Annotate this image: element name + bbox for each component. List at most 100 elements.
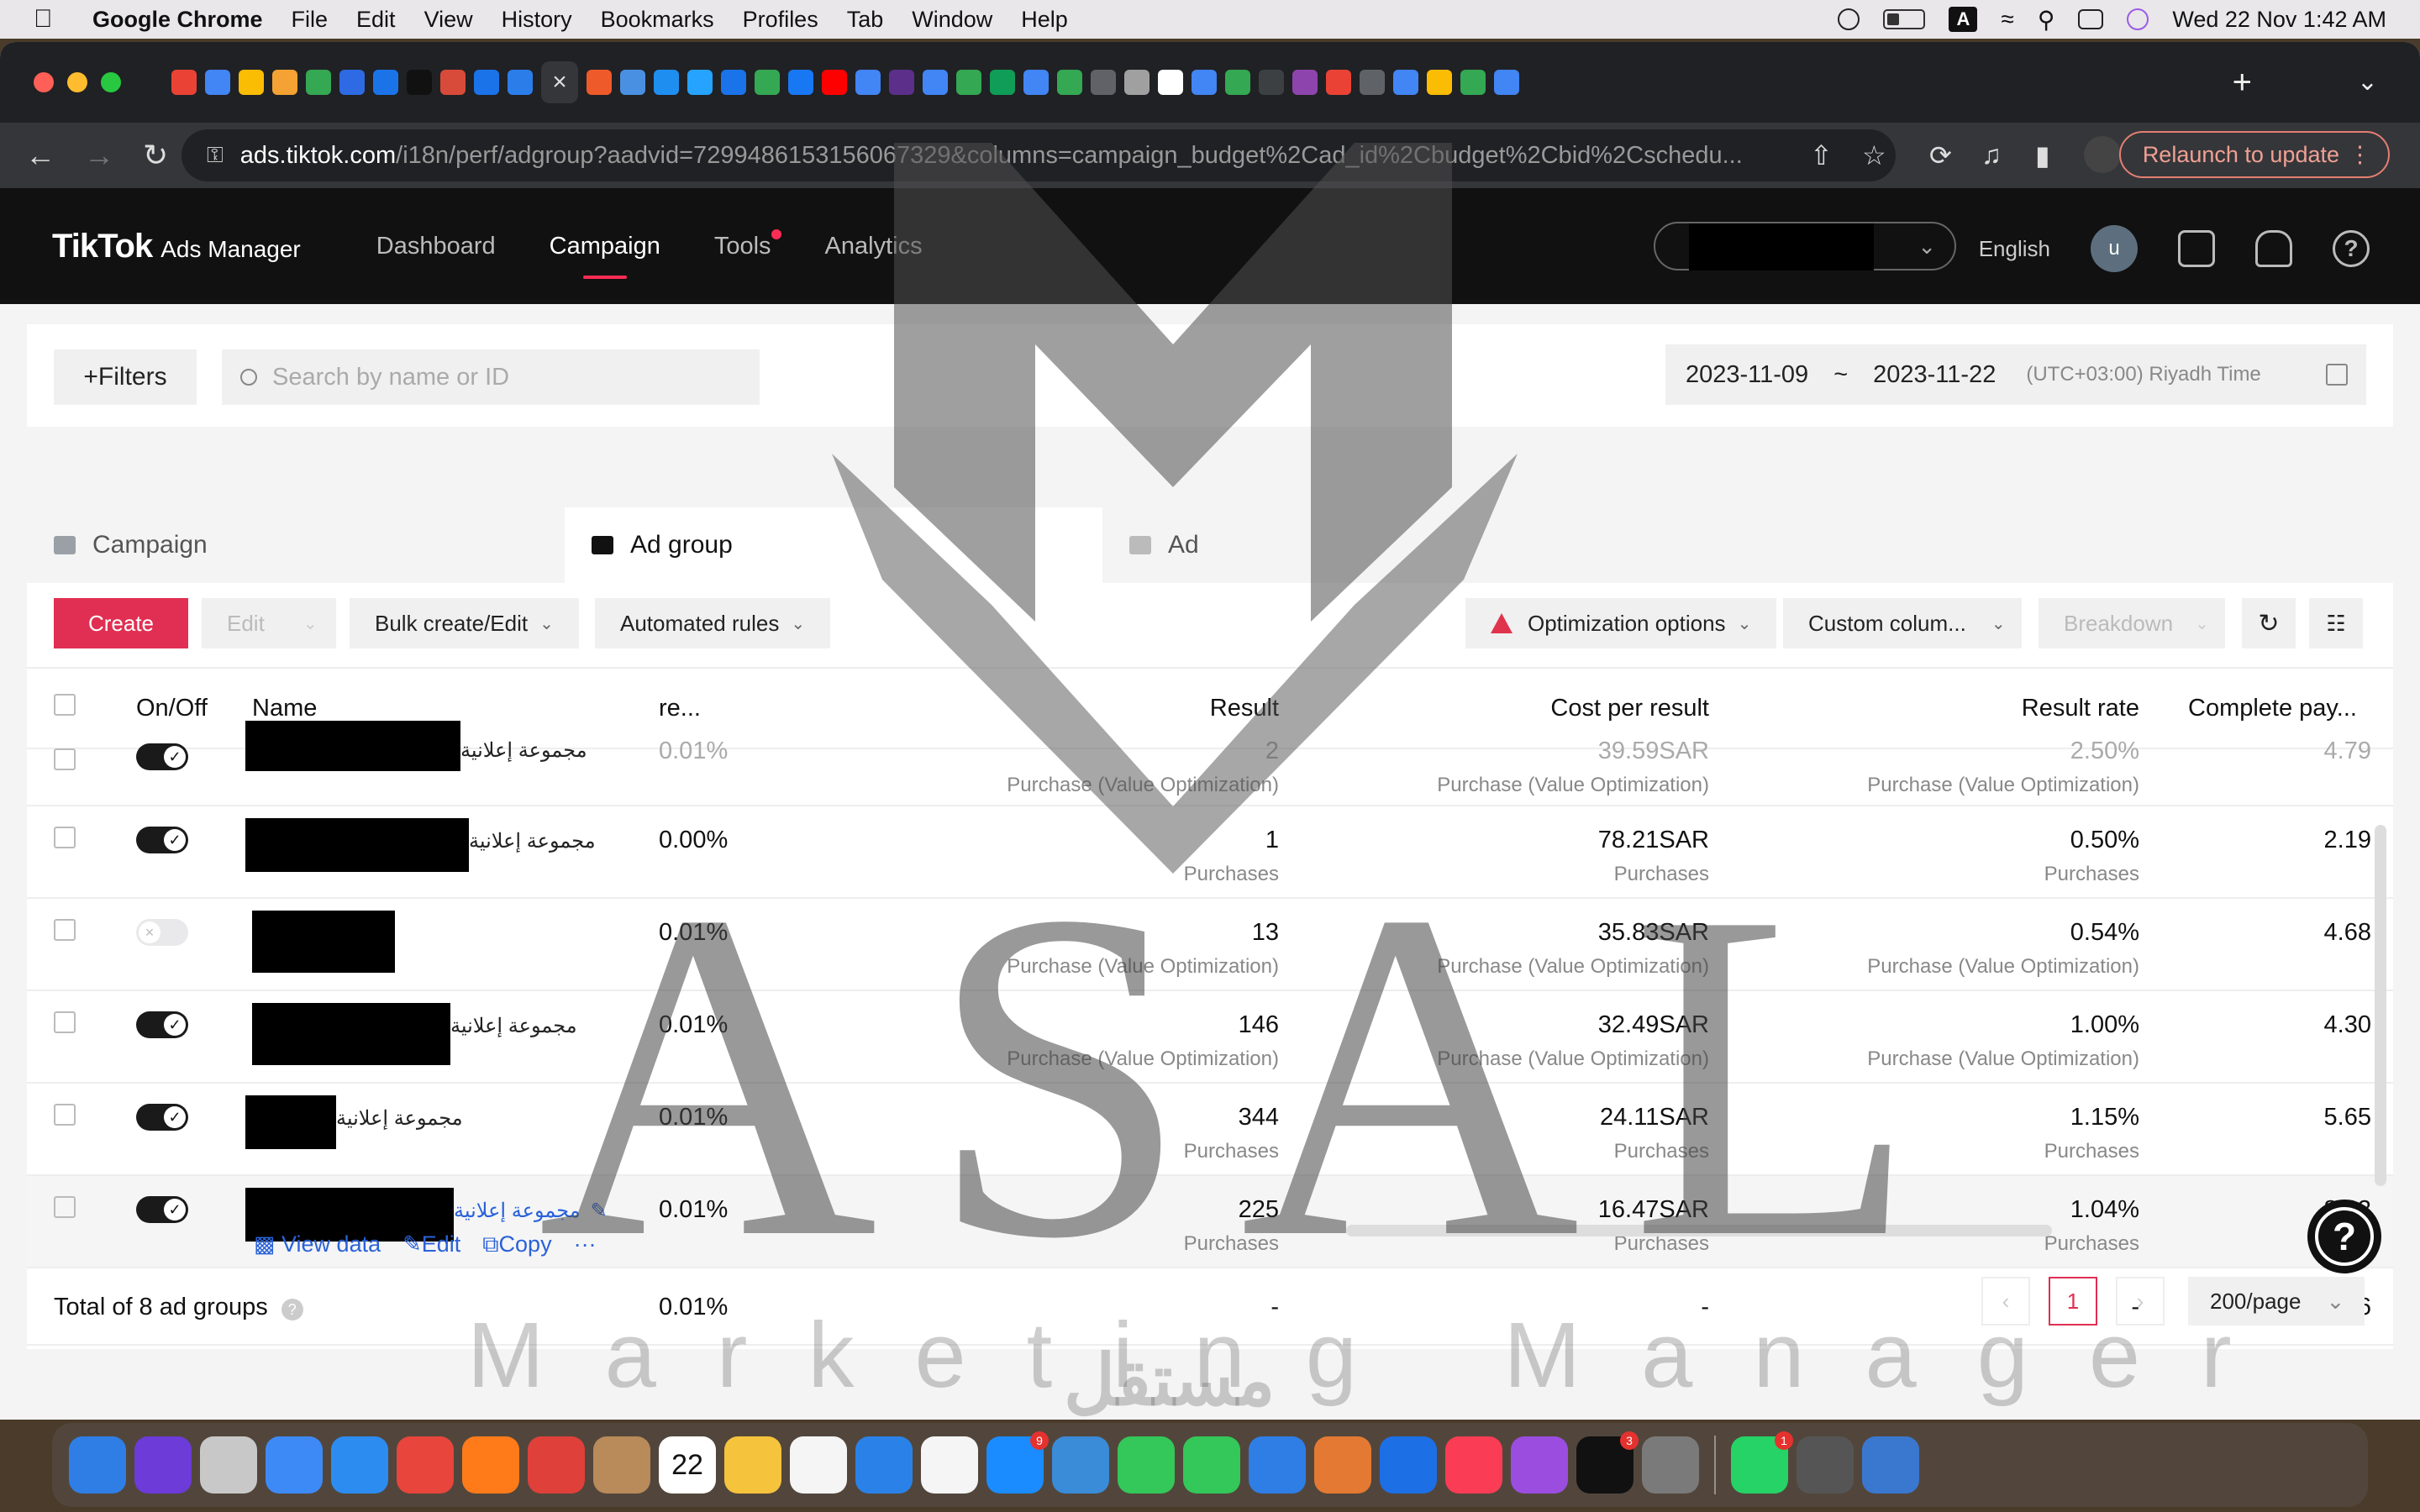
table-row[interactable]: مجموعة إعلانية 0.01% 2 Purchase (Value Op… <box>27 721 2393 806</box>
browser-tab-favicon[interactable] <box>440 70 466 95</box>
url-input[interactable]: ⚿ ads.tiktok.com /i18n/perf/adgroup?aadv… <box>182 129 1896 181</box>
ad-group-name[interactable]: مجموعة إعلانية <box>460 739 587 762</box>
browser-tab-favicon[interactable] <box>1292 70 1318 95</box>
browser-tab-favicon[interactable] <box>956 70 981 95</box>
menu-window[interactable]: Window <box>912 7 992 33</box>
table-row[interactable]: مجموعة إعلانية 0.01% 344 Purchases 24.11S… <box>27 1083 2393 1176</box>
table-row[interactable]: 0.01% 13 Purchase (Value Optimization) 35… <box>27 898 2393 991</box>
prev-page-button[interactable]: ‹ <box>1981 1277 2030 1326</box>
siri-icon[interactable] <box>2127 8 2149 30</box>
tab-ad[interactable]: Ad <box>1102 507 1640 583</box>
browser-tab-favicon[interactable] <box>990 70 1015 95</box>
bulk-create-edit-button[interactable]: Bulk create/Edit ⌄ <box>350 598 579 648</box>
browser-tab-favicon[interactable] <box>1192 70 1217 95</box>
share-icon[interactable]: ⇧ <box>1810 139 1833 171</box>
chrome-menu-icon[interactable]: ⋮ <box>2349 142 2371 168</box>
browser-tab-favicon[interactable] <box>1427 70 1452 95</box>
browser-tab-favicon[interactable] <box>373 70 398 95</box>
reload-icon[interactable]: ↻ <box>143 138 176 173</box>
extension-icon[interactable]: ⟳ <box>1929 139 1952 171</box>
ad-group-name[interactable]: مجموعة إعلانية <box>336 1107 463 1130</box>
status-toggle[interactable] <box>136 919 188 946</box>
browser-tab-favicon[interactable] <box>1460 70 1486 95</box>
dock-app-icon[interactable] <box>921 1436 978 1494</box>
dock-app-icon[interactable] <box>1314 1436 1371 1494</box>
browser-tab-favicon[interactable] <box>923 70 948 95</box>
menu-edit[interactable]: Edit <box>356 7 396 33</box>
browser-tab-favicon[interactable] <box>171 70 197 95</box>
bell-icon[interactable] <box>2255 230 2292 267</box>
relaunch-to-update-button[interactable]: Relaunch to update ⋮ <box>2118 131 2390 178</box>
page-size-select[interactable]: 200/page ⌄ <box>2188 1277 2365 1326</box>
browser-tab-favicon[interactable] <box>1057 70 1082 95</box>
battery-icon[interactable] <box>1883 9 1926 29</box>
calendar-app-icon[interactable]: 22 <box>659 1436 716 1494</box>
dock-app-icon[interactable] <box>790 1436 847 1494</box>
pencil-icon[interactable]: ✎ <box>591 1200 608 1222</box>
edit-link[interactable]: ✎Edit <box>402 1231 460 1258</box>
browser-tab-favicon[interactable] <box>1023 70 1049 95</box>
status-toggle[interactable] <box>136 827 188 853</box>
col-result-rate[interactable]: Result rate <box>1731 667 2161 749</box>
col-onoff[interactable]: On/Off <box>136 667 245 749</box>
tab-campaign[interactable]: Campaign <box>27 507 565 583</box>
dock-app-icon[interactable] <box>134 1436 192 1494</box>
menu-tab[interactable]: Tab <box>847 7 884 33</box>
view-data-link[interactable]: ▩ View data <box>254 1231 381 1258</box>
forward-arrow-icon[interactable]: → <box>84 138 118 173</box>
vertical-scrollbar[interactable] <box>2375 825 2386 1186</box>
browser-tab-favicon[interactable] <box>1393 70 1418 95</box>
dock-app-icon[interactable] <box>331 1436 388 1494</box>
table-row[interactable]: مجموعة إعلانية 0.00% 1 Purchases 78.21SAR… <box>27 806 2393 899</box>
bookmark-star-icon[interactable]: ☆ <box>1862 139 1886 171</box>
select-all-checkbox[interactable] <box>54 694 76 716</box>
menu-history[interactable]: History <box>502 7 572 33</box>
nav-dashboard[interactable]: Dashboard <box>376 233 496 260</box>
browser-tab-favicon[interactable] <box>1259 70 1284 95</box>
wifi-icon[interactable]: ≈ <box>2001 6 2013 33</box>
dock-app-icon[interactable] <box>1445 1436 1502 1494</box>
row-checkbox[interactable] <box>54 919 76 941</box>
browser-tab-favicon[interactable] <box>474 70 499 95</box>
browser-tab-favicon[interactable] <box>1124 70 1150 95</box>
search-input[interactable]: Search by name or ID <box>222 349 760 405</box>
dock-app-icon[interactable] <box>200 1436 257 1494</box>
refresh-icon[interactable]: ↻ <box>2242 598 2296 648</box>
status-toggle[interactable] <box>136 743 188 770</box>
optimization-options-button[interactable]: Optimization options ⌄ <box>1465 598 1777 648</box>
browser-tab-favicon[interactable] <box>788 70 813 95</box>
menu-help[interactable]: Help <box>1021 7 1068 33</box>
automated-rules-button[interactable]: Automated rules ⌄ <box>595 598 831 648</box>
browser-tab-favicon[interactable] <box>1360 70 1385 95</box>
browser-tab-favicon[interactable] <box>654 70 679 95</box>
dock-app-icon[interactable] <box>69 1436 126 1494</box>
status-toggle[interactable] <box>136 1104 188 1131</box>
help-floating-button[interactable]: ? <box>2307 1200 2381 1273</box>
browser-tab-favicon[interactable] <box>721 70 746 95</box>
custom-columns-button[interactable]: Custom colum... ⌄ <box>1783 598 2022 648</box>
media-controls-icon[interactable]: ♫ <box>1981 139 2002 171</box>
spotlight-search-icon[interactable]: ⚲ <box>2038 6 2055 34</box>
dock-app-icon[interactable] <box>462 1436 519 1494</box>
dock-app-icon[interactable] <box>1052 1436 1109 1494</box>
control-center-icon[interactable] <box>2078 9 2104 29</box>
nav-tools[interactable]: Tools <box>714 228 781 260</box>
horizontal-scrollbar[interactable] <box>1346 1225 2052 1236</box>
breakdown-button[interactable]: Breakdown ⌄ <box>2039 598 2225 648</box>
help-icon[interactable]: ? <box>2333 230 2370 267</box>
apple-menu-icon[interactable]:  <box>34 5 67 34</box>
ad-group-name[interactable]: مجموعة إعلانية <box>469 830 596 853</box>
col-percentage[interactable]: re... <box>659 667 844 749</box>
site-info-icon[interactable]: ⚿ <box>207 142 224 169</box>
browser-tab-favicon[interactable] <box>889 70 914 95</box>
dock-app-icon[interactable] <box>1642 1436 1699 1494</box>
dock-app-icon[interactable] <box>1249 1436 1306 1494</box>
browser-tab-favicon[interactable] <box>272 70 297 95</box>
dock-app-icon[interactable] <box>1511 1436 1568 1494</box>
create-button[interactable]: Create <box>54 598 188 648</box>
browser-tab-favicon[interactable] <box>1326 70 1351 95</box>
more-actions-icon[interactable]: ··· <box>574 1231 597 1258</box>
dock-app-icon[interactable] <box>855 1436 913 1494</box>
dock-app-icon[interactable] <box>1183 1436 1240 1494</box>
col-complete-payment[interactable]: Complete pay... <box>2161 667 2393 749</box>
